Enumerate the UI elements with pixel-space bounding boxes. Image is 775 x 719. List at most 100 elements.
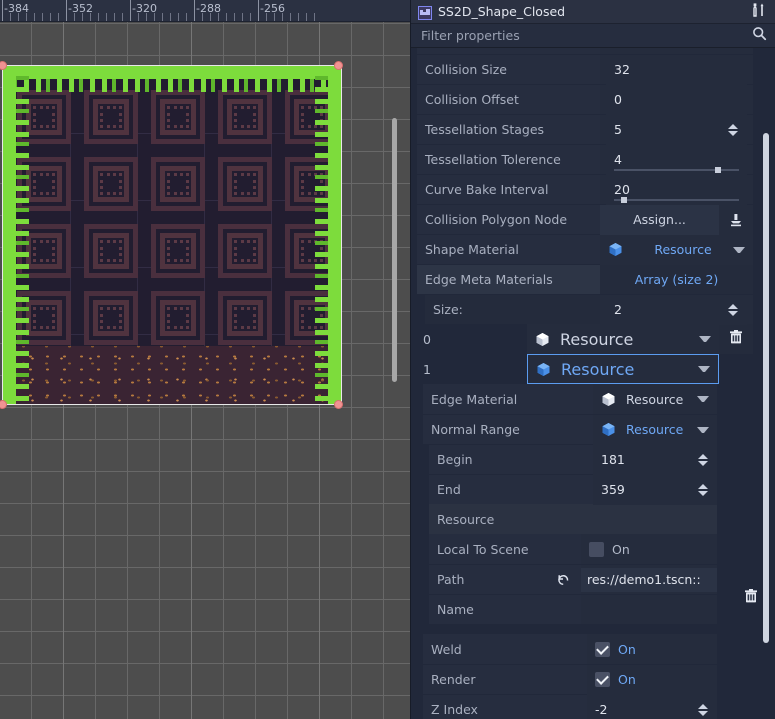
local-to-scene-checkbox[interactable]: On: [581, 534, 717, 564]
trash-icon[interactable]: [728, 329, 744, 349]
property-value-end[interactable]: 359: [593, 475, 717, 505]
inspector-vertical-scrollbar[interactable]: [763, 133, 769, 643]
array-size-row[interactable]: Size: 2: [417, 294, 753, 324]
search-icon[interactable]: [752, 26, 767, 45]
resource-picker-normal-range[interactable]: Resource: [593, 415, 717, 445]
array-item-delete-button[interactable]: [719, 354, 753, 384]
property-value-collision_size[interactable]: 32: [606, 55, 747, 85]
ruler-tick-minor: [90, 13, 91, 22]
array-item-row[interactable]: 0 Resource: [417, 324, 753, 354]
ruler-tick-minor: [58, 13, 59, 22]
resource-cube-icon: [535, 332, 550, 347]
tools-icon[interactable]: [751, 2, 767, 22]
property-row-tessellation_stages[interactable]: Tessellation Stages 5: [417, 114, 753, 144]
filter-properties-row[interactable]: [411, 23, 775, 48]
ruler-tick-minor: [34, 13, 35, 22]
property-row-edge-material[interactable]: Edge Material Resource: [423, 384, 753, 414]
spinner-arrows[interactable]: [697, 482, 709, 498]
value-text: 2: [614, 302, 622, 317]
array-item-resource-picker[interactable]: Resource: [527, 324, 719, 354]
weld-checkbox[interactable]: On: [587, 634, 717, 664]
revert-icon[interactable]: [553, 572, 573, 587]
slider-track[interactable]: [614, 199, 739, 201]
spinner-arrows[interactable]: [697, 702, 709, 718]
resource-picker-shape_material[interactable]: Resource: [600, 235, 753, 265]
canvas-viewport[interactable]: -384-352-320-288-256: [0, 0, 410, 719]
shape-tilemap[interactable]: [3, 66, 341, 404]
property-label: Local To Scene: [429, 534, 581, 564]
resource-label: Resource: [633, 242, 733, 257]
horizontal-ruler: -384-352-320-288-256: [0, 0, 410, 22]
grass-edge-top: [3, 66, 341, 79]
resource-picker-edge-material[interactable]: Resource: [593, 384, 717, 414]
spinner-arrows[interactable]: [727, 122, 739, 138]
property-value-collision_offset[interactable]: 0: [606, 85, 747, 115]
property-row-name[interactable]: Name: [429, 594, 717, 624]
property-value-tessellation_stages[interactable]: 5: [606, 115, 747, 145]
ruler-tick-minor: [274, 13, 275, 22]
chevron-down-icon[interactable]: [697, 396, 709, 402]
property-value-curve_bake_interval[interactable]: 20: [606, 175, 747, 205]
checkbox-unchecked-icon[interactable]: [589, 542, 604, 557]
property-row-edge-meta-materials[interactable]: Edge Meta Materials Array (size 2): [417, 264, 753, 294]
array-item-resource-picker[interactable]: Resource: [527, 354, 719, 384]
array-size-badge[interactable]: Array (size 2): [600, 265, 753, 294]
assign-button[interactable]: Assign...: [600, 205, 719, 235]
property-row-weld[interactable]: Weld On: [423, 634, 753, 664]
property-row-begin[interactable]: Begin 181: [429, 444, 753, 474]
brick-tile: [218, 291, 272, 345]
slider-grabber[interactable]: [715, 167, 721, 173]
resource-cube-icon: [601, 422, 616, 437]
property-row-collision_offset[interactable]: Collision Offset 0: [417, 84, 753, 114]
spinner-arrows[interactable]: [727, 302, 739, 318]
property-row-render[interactable]: Render On: [423, 664, 753, 694]
property-label: End: [429, 475, 593, 504]
array-item-row[interactable]: 1 Resource: [417, 354, 753, 384]
property-row-collision_size[interactable]: Collision Size 32: [417, 54, 753, 84]
resource-subgroup-header: Resource: [429, 504, 717, 534]
array-size-value[interactable]: 2: [606, 295, 747, 325]
property-label: Name: [429, 595, 581, 624]
property-label: Collision Size: [417, 55, 600, 84]
property-row-clipped: [417, 48, 753, 54]
property-value-tessellation_tolerence[interactable]: 4: [606, 145, 747, 175]
ruler-tick-minor: [266, 13, 267, 22]
shape-vertex-handle[interactable]: [334, 400, 343, 409]
path-input[interactable]: res://demo1.tscn::: [581, 568, 717, 592]
property-value-begin[interactable]: 181: [593, 445, 717, 475]
property-row-shape_material[interactable]: Shape Material Resource: [417, 234, 753, 264]
property-label: Shape Material: [417, 235, 600, 264]
property-value-z_index[interactable]: -2: [587, 695, 717, 719]
render-checkbox[interactable]: On: [587, 665, 717, 695]
brick-tile: [84, 291, 138, 345]
viewport-vertical-scrollbar[interactable]: [392, 118, 397, 382]
property-row-z_index[interactable]: Z Index -2: [423, 694, 753, 719]
ruler-tick-minor: [218, 13, 219, 22]
checkbox-checked-icon[interactable]: [595, 642, 610, 657]
properties-scroll-area[interactable]: Collision Size 32 Collision Offset 0 Tes…: [411, 48, 775, 719]
property-row-path[interactable]: Path res://demo1.tscn::: [429, 564, 717, 594]
property-row-collision_polygon_node[interactable]: Collision Polygon Node Assign...: [417, 204, 753, 234]
checkbox-checked-icon[interactable]: [595, 672, 610, 687]
trash-icon[interactable]: [743, 589, 759, 608]
array-item-index: 1: [417, 354, 527, 384]
ruler-tick-minor: [74, 13, 75, 22]
array-item-delete-button[interactable]: [719, 324, 753, 354]
chevron-down-icon[interactable]: [698, 366, 710, 372]
chevron-down-icon[interactable]: [733, 247, 745, 253]
resource-group-delete-button[interactable]: [743, 588, 759, 608]
property-row-curve_bake_interval[interactable]: Curve Bake Interval 20: [417, 174, 753, 204]
resource-label: Resource: [561, 360, 634, 379]
slider-grabber[interactable]: [621, 197, 627, 203]
property-row-local-to-scene[interactable]: Local To Scene On: [429, 534, 717, 564]
property-row-normal-range[interactable]: Normal Range Resource: [423, 414, 753, 444]
property-row-tessellation_tolerence[interactable]: Tessellation Tolerence 4: [417, 144, 753, 174]
spinner-arrows[interactable]: [697, 452, 709, 468]
node-pick-icon[interactable]: [719, 205, 753, 235]
property-row-end[interactable]: End 359: [429, 474, 753, 504]
chevron-down-icon[interactable]: [699, 336, 711, 342]
chevron-down-icon[interactable]: [697, 427, 709, 433]
filter-properties-input[interactable]: [421, 28, 752, 43]
name-input[interactable]: [581, 598, 717, 622]
shape-vertex-handle[interactable]: [334, 61, 343, 70]
